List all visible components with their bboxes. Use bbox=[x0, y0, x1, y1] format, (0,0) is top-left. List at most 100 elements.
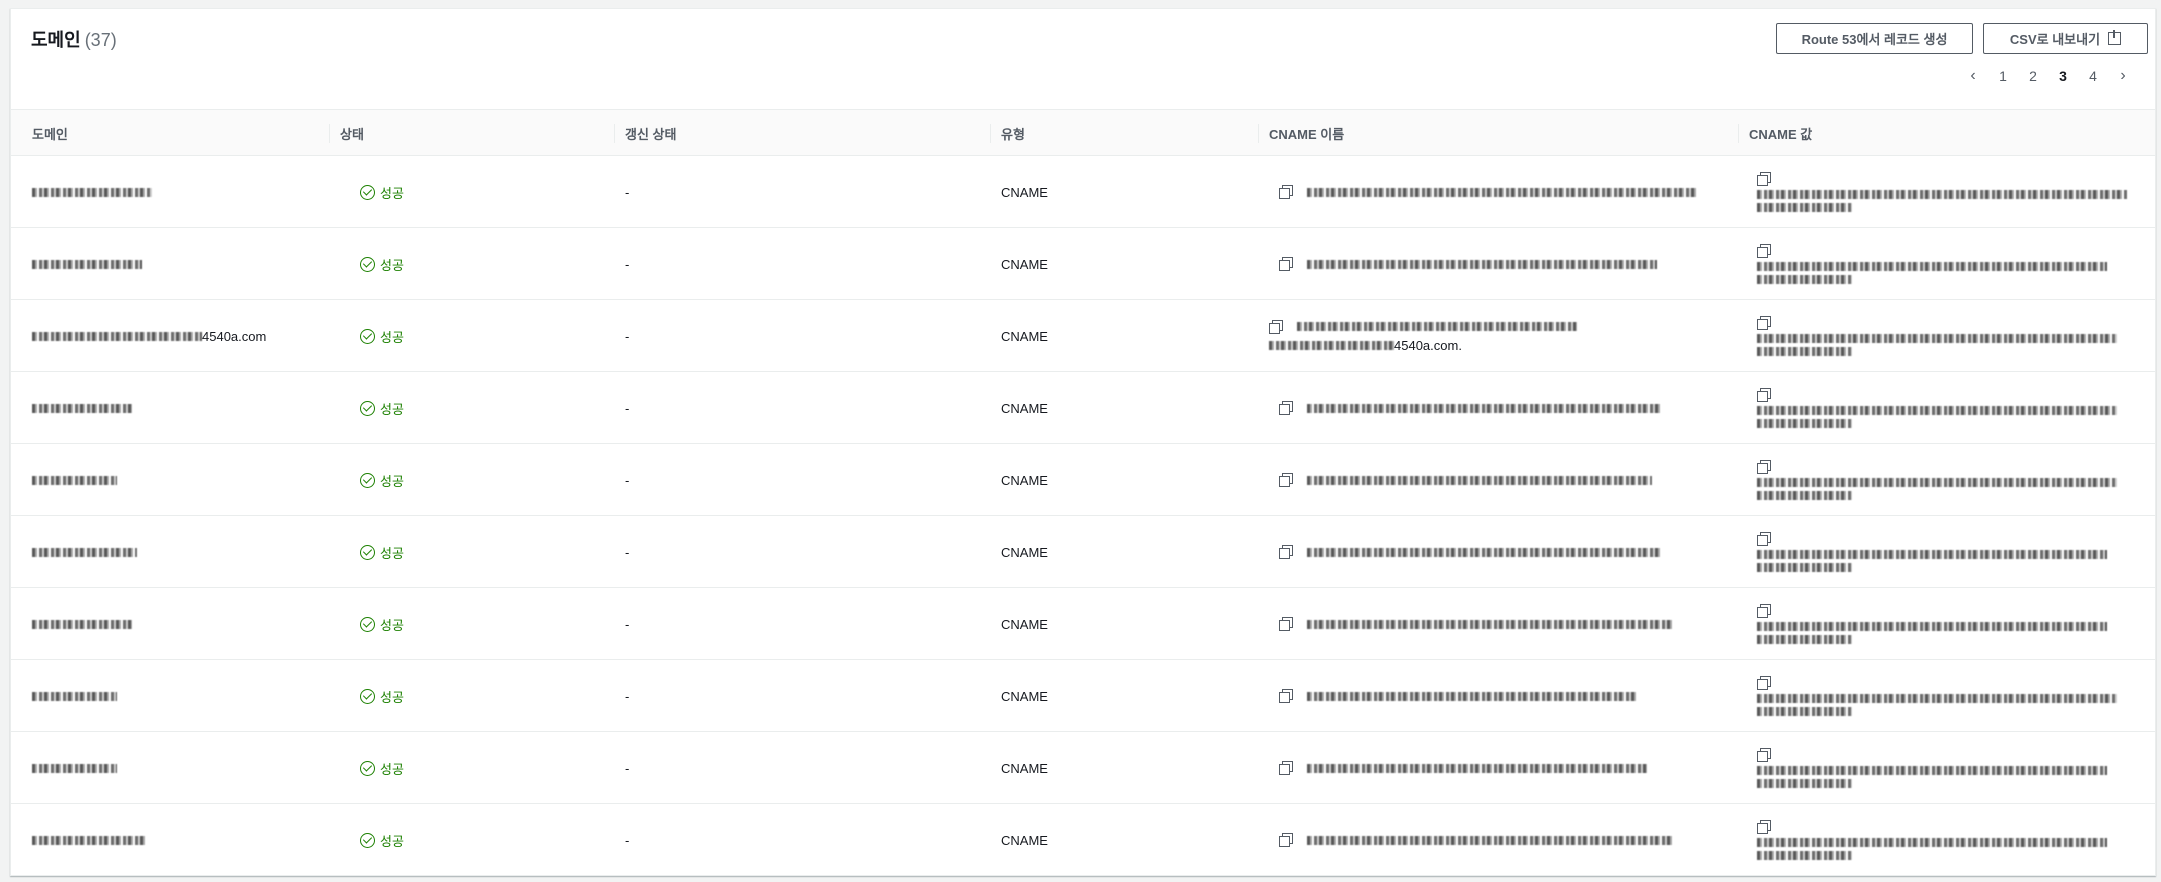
table-row: 4540a.com 성공 - CNAME 4540a.com. bbox=[11, 300, 2155, 372]
success-check-icon bbox=[360, 616, 375, 632]
copy-icon[interactable] bbox=[1279, 833, 1293, 847]
redacted-cname-value bbox=[1757, 406, 2117, 415]
status-badge: 성공 bbox=[360, 543, 404, 562]
record-type: CNAME bbox=[1001, 832, 1048, 848]
record-type: CNAME bbox=[1001, 688, 1048, 704]
redacted-cname-name bbox=[1307, 835, 1672, 845]
status-badge: 성공 bbox=[360, 399, 404, 418]
status-cell: 성공 bbox=[349, 156, 549, 228]
redacted-cname-value bbox=[1757, 491, 1852, 500]
redacted-cname-name bbox=[1307, 763, 1647, 773]
status-cell: 성공 bbox=[349, 732, 549, 804]
redacted-cname-name bbox=[1297, 322, 1577, 331]
record-type: CNAME bbox=[1001, 184, 1048, 200]
renewal-status-value: - bbox=[625, 328, 630, 344]
redacted-domain bbox=[32, 331, 202, 341]
copy-icon[interactable] bbox=[1757, 460, 1771, 474]
copy-icon[interactable] bbox=[1757, 316, 1771, 330]
copy-icon[interactable] bbox=[1279, 257, 1293, 271]
copy-icon[interactable] bbox=[1757, 172, 1771, 186]
chevron-right-icon[interactable]: › bbox=[2111, 67, 2135, 85]
success-check-icon bbox=[360, 544, 375, 560]
cname-name-cell bbox=[1268, 588, 1738, 660]
copy-icon[interactable] bbox=[1279, 473, 1293, 487]
column-header-renewal-status[interactable]: 갱신 상태 bbox=[614, 110, 989, 157]
page-2[interactable]: 2 bbox=[2021, 68, 2045, 84]
type-cell: CNAME bbox=[990, 300, 1190, 372]
copy-icon[interactable] bbox=[1757, 388, 1771, 402]
cname-value-cell bbox=[1746, 300, 2156, 372]
status-label: 성공 bbox=[380, 761, 404, 777]
success-check-icon bbox=[360, 472, 375, 488]
route53-button-label: Route 53에서 레코드 생성 bbox=[1801, 32, 1948, 47]
page-3[interactable]: 3 bbox=[2051, 68, 2075, 84]
success-check-icon bbox=[360, 760, 375, 776]
redacted-cname-value bbox=[1757, 766, 2107, 775]
copy-icon[interactable] bbox=[1279, 617, 1293, 631]
status-cell: 성공 bbox=[349, 444, 549, 516]
copy-icon[interactable] bbox=[1757, 244, 1771, 258]
cname-value-cell bbox=[1746, 228, 2156, 300]
redacted-cname-value bbox=[1757, 622, 2107, 631]
column-header-domain[interactable]: 도메인 bbox=[21, 110, 239, 157]
column-header-cname-value[interactable]: CNAME 값 bbox=[1738, 110, 2157, 157]
pagination: ‹ 1 2 3 4 › bbox=[1961, 67, 2135, 85]
status-badge: 성공 bbox=[360, 327, 404, 346]
page-4[interactable]: 4 bbox=[2081, 68, 2105, 84]
status-label: 성공 bbox=[380, 689, 404, 705]
type-cell: CNAME bbox=[990, 516, 1190, 588]
renewal-status-cell: - bbox=[614, 372, 914, 444]
copy-icon[interactable] bbox=[1757, 604, 1771, 618]
redacted-domain bbox=[32, 403, 132, 413]
column-header-status[interactable]: 상태 bbox=[329, 110, 613, 157]
renewal-status-cell: - bbox=[614, 804, 914, 876]
copy-icon[interactable] bbox=[1757, 676, 1771, 690]
renewal-status-cell: - bbox=[614, 228, 914, 300]
domain-cell bbox=[21, 804, 321, 876]
table-row: 성공 - CNAME bbox=[11, 444, 2155, 516]
renewal-status-cell: - bbox=[614, 732, 914, 804]
copy-icon[interactable] bbox=[1279, 761, 1293, 775]
redacted-domain bbox=[32, 619, 132, 629]
copy-icon[interactable] bbox=[1279, 689, 1293, 703]
cname-value-cell bbox=[1746, 516, 2156, 588]
chevron-left-icon[interactable]: ‹ bbox=[1961, 67, 1985, 85]
copy-icon[interactable] bbox=[1279, 545, 1293, 559]
domain-cell bbox=[21, 516, 321, 588]
status-label: 성공 bbox=[380, 833, 404, 849]
table-body: 성공 - CNAME 성공 - CNAME 4540a.com 성공 - CNA… bbox=[11, 156, 2155, 876]
record-type: CNAME bbox=[1001, 616, 1048, 632]
csv-button-label: CSV로 내보내기 bbox=[2009, 32, 2101, 47]
copy-icon[interactable] bbox=[1269, 319, 1283, 334]
redacted-domain bbox=[32, 547, 137, 557]
copy-icon[interactable] bbox=[1279, 185, 1293, 199]
status-cell: 성공 bbox=[349, 804, 549, 876]
table-row: 성공 - CNAME bbox=[11, 372, 2155, 444]
record-type: CNAME bbox=[1001, 472, 1048, 488]
cname-value-cell bbox=[1746, 732, 2156, 804]
export-csv-button[interactable]: CSV로 내보내기 bbox=[1983, 23, 2148, 54]
redacted-cname-name bbox=[1307, 547, 1662, 557]
status-badge: 성공 bbox=[360, 183, 404, 202]
page-1[interactable]: 1 bbox=[1991, 68, 2015, 84]
renewal-status-value: - bbox=[625, 400, 630, 416]
success-check-icon bbox=[360, 256, 375, 272]
redacted-cname-name bbox=[1307, 691, 1637, 701]
column-header-type[interactable]: 유형 bbox=[990, 110, 1257, 157]
copy-icon[interactable] bbox=[1757, 820, 1771, 834]
status-badge: 성공 bbox=[360, 687, 404, 706]
download-icon bbox=[2108, 30, 2122, 45]
domain-cell bbox=[21, 444, 321, 516]
copy-icon[interactable] bbox=[1757, 532, 1771, 546]
create-route53-records-button[interactable]: Route 53에서 레코드 생성 bbox=[1776, 23, 1973, 54]
record-type: CNAME bbox=[1001, 400, 1048, 416]
redacted-cname-value bbox=[1757, 550, 2107, 559]
renewal-status-cell: - bbox=[614, 300, 914, 372]
copy-icon[interactable] bbox=[1279, 401, 1293, 415]
column-header-cname-name[interactable]: CNAME 이름 bbox=[1258, 110, 1737, 157]
cname-name-cell bbox=[1268, 516, 1738, 588]
copy-icon[interactable] bbox=[1757, 748, 1771, 762]
domain-cell bbox=[21, 228, 321, 300]
redacted-cname-value bbox=[1757, 419, 1852, 428]
renewal-status-value: - bbox=[625, 544, 630, 560]
